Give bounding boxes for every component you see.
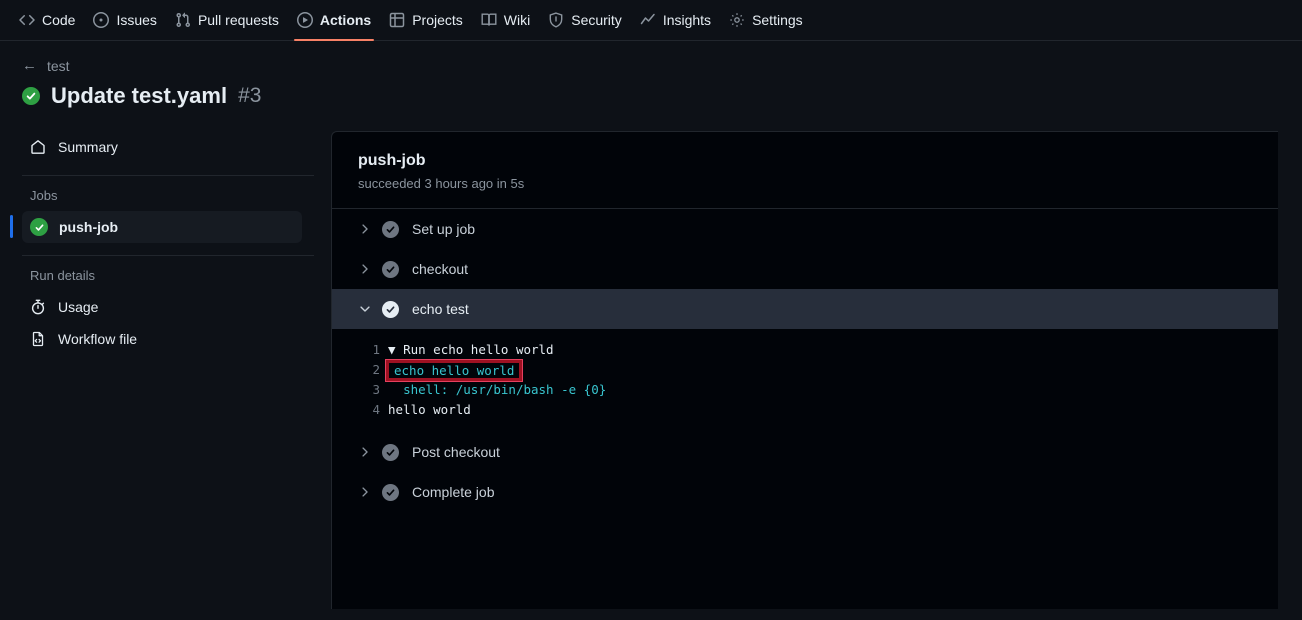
job-panel: push-job succeeded 3 hours ago in 5s Set… xyxy=(331,131,1278,609)
step-row-set-up-job[interactable]: Set up job xyxy=(332,209,1278,249)
step-row-echo-test[interactable]: echo test xyxy=(332,289,1278,329)
check-circle-icon xyxy=(382,300,412,318)
log-line-number: 4 xyxy=(372,402,380,417)
job-panel-wrapper: push-job succeeded 3 hours ago in 5s Set… xyxy=(330,131,1302,609)
log-line-content: Run echo hello world xyxy=(403,342,554,357)
sidebar-section-run-details-title: Run details xyxy=(30,268,96,283)
graph-icon xyxy=(640,12,656,28)
step-label: Complete job xyxy=(412,484,495,500)
sidebar-item-label: Summary xyxy=(58,139,118,155)
chevron-right-icon xyxy=(358,262,382,276)
page-title: Update test.yaml xyxy=(51,83,228,108)
repo-nav-bar: Code Issues Pull requests Actions Projec… xyxy=(0,0,1302,41)
log-line-number: 1 xyxy=(372,342,380,357)
log-line: 3 shell: /usr/bin/bash -e {0} xyxy=(332,380,1278,400)
sidebar-job-label: push-job xyxy=(59,219,119,235)
step-label: Post checkout xyxy=(412,444,500,460)
nav-item-label: Pull requests xyxy=(197,12,279,28)
sidebar-item-usage[interactable]: Usage xyxy=(22,291,330,323)
active-tab-underline xyxy=(293,38,375,41)
run-number: #3 xyxy=(238,84,262,107)
step-row-post-checkout[interactable]: Post checkout xyxy=(332,432,1278,472)
sidebar-item-label: Usage xyxy=(58,299,99,315)
log-line: 1 ▼ Run echo hello world xyxy=(332,340,1278,360)
breadcrumb-back-to-workflow[interactable]: ← test xyxy=(22,57,70,74)
stopwatch-icon xyxy=(30,299,46,315)
nav-item-label: Insights xyxy=(662,12,712,28)
job-header: push-job succeeded 3 hours ago in 5s xyxy=(332,132,1278,208)
issue-opened-icon xyxy=(93,12,110,28)
book-icon xyxy=(481,12,497,28)
nav-item-label: Settings xyxy=(752,12,803,28)
page-body: Summary Jobs push-job Run details Usage xyxy=(0,131,1302,609)
chevron-right-icon xyxy=(358,445,382,459)
nav-item-code[interactable]: Code xyxy=(10,0,84,41)
nav-item-label: Wiki xyxy=(503,12,531,28)
nav-item-wiki[interactable]: Wiki xyxy=(472,0,539,41)
nav-item-security[interactable]: Security xyxy=(539,0,631,41)
nav-item-label: Security xyxy=(571,12,622,28)
nav-item-label: Issues xyxy=(116,12,157,28)
sidebar-item-push-job[interactable]: push-job xyxy=(22,211,302,243)
step-log-output[interactable]: 1 ▼ Run echo hello world 2 echo hello wo… xyxy=(332,329,1278,432)
highlighted-command: echo hello world xyxy=(384,358,524,382)
check-circle-icon xyxy=(382,483,412,501)
code-icon xyxy=(19,12,35,28)
sidebar-divider-1 xyxy=(22,175,314,176)
nav-item-settings[interactable]: Settings xyxy=(720,0,812,41)
step-row-complete-job[interactable]: Complete job xyxy=(332,472,1278,512)
arrow-left-icon: ← xyxy=(22,57,37,74)
gear-icon xyxy=(729,12,745,28)
chevron-right-icon xyxy=(358,222,382,236)
run-sidebar: Summary Jobs push-job Run details Usage xyxy=(0,131,330,609)
check-circle-icon xyxy=(22,87,40,105)
run-title-row: Update test.yaml #3 xyxy=(22,83,1302,109)
step-label: Set up job xyxy=(412,221,476,237)
play-icon xyxy=(296,12,313,28)
log-line-content: shell: /usr/bin/bash -e {0} xyxy=(403,382,607,397)
nav-item-issues[interactable]: Issues xyxy=(84,0,165,41)
log-line-number: 2 xyxy=(372,362,380,377)
log-line-text: hello world xyxy=(388,400,471,420)
nav-item-label: Code xyxy=(42,12,76,28)
sidebar-item-summary[interactable]: Summary xyxy=(22,131,330,163)
shield-icon xyxy=(548,12,564,28)
git-pull-request-icon xyxy=(175,12,191,28)
sidebar-divider-2 xyxy=(22,255,314,256)
job-title: push-job xyxy=(358,152,426,169)
sidebar-section-jobs-title: Jobs xyxy=(30,188,58,203)
chevron-down-icon xyxy=(358,302,382,316)
nav-item-insights[interactable]: Insights xyxy=(631,0,720,41)
file-code-icon xyxy=(30,331,46,347)
table-icon xyxy=(389,12,405,28)
log-line: 2 echo hello world xyxy=(332,358,1278,382)
log-line-number: 3 xyxy=(372,382,380,397)
check-circle-icon xyxy=(382,220,412,238)
page-header: ← test Update test.yaml #3 xyxy=(0,41,1302,109)
check-circle-icon xyxy=(30,218,48,236)
check-circle-icon xyxy=(382,443,412,461)
log-line-content: hello world xyxy=(388,402,471,417)
home-icon xyxy=(30,139,46,155)
check-circle-icon xyxy=(382,260,412,278)
log-line: 4 hello world xyxy=(332,400,1278,420)
selected-job-indicator xyxy=(10,215,13,238)
job-status-line: succeeded 3 hours ago in 5s xyxy=(358,176,525,191)
log-line-text: ▼ Run echo hello world xyxy=(388,340,554,360)
nav-item-label: Projects xyxy=(412,12,463,28)
chevron-right-icon xyxy=(358,485,382,499)
step-label: checkout xyxy=(412,261,469,277)
step-label: echo test xyxy=(412,301,469,317)
log-line-text: shell: /usr/bin/bash -e {0} xyxy=(388,380,606,400)
sidebar-item-label: Workflow file xyxy=(58,331,138,347)
nav-item-actions[interactable]: Actions xyxy=(288,0,380,41)
sidebar-item-workflow-file[interactable]: Workflow file xyxy=(22,323,330,355)
triangle-down-icon: ▼ xyxy=(388,342,396,357)
step-row-checkout[interactable]: checkout xyxy=(332,249,1278,289)
log-line-text: echo hello world xyxy=(384,358,524,382)
nav-item-label: Actions xyxy=(319,12,372,28)
breadcrumb-label: test xyxy=(47,57,70,74)
nav-item-pull-requests[interactable]: Pull requests xyxy=(166,0,288,41)
nav-item-projects[interactable]: Projects xyxy=(380,0,472,41)
